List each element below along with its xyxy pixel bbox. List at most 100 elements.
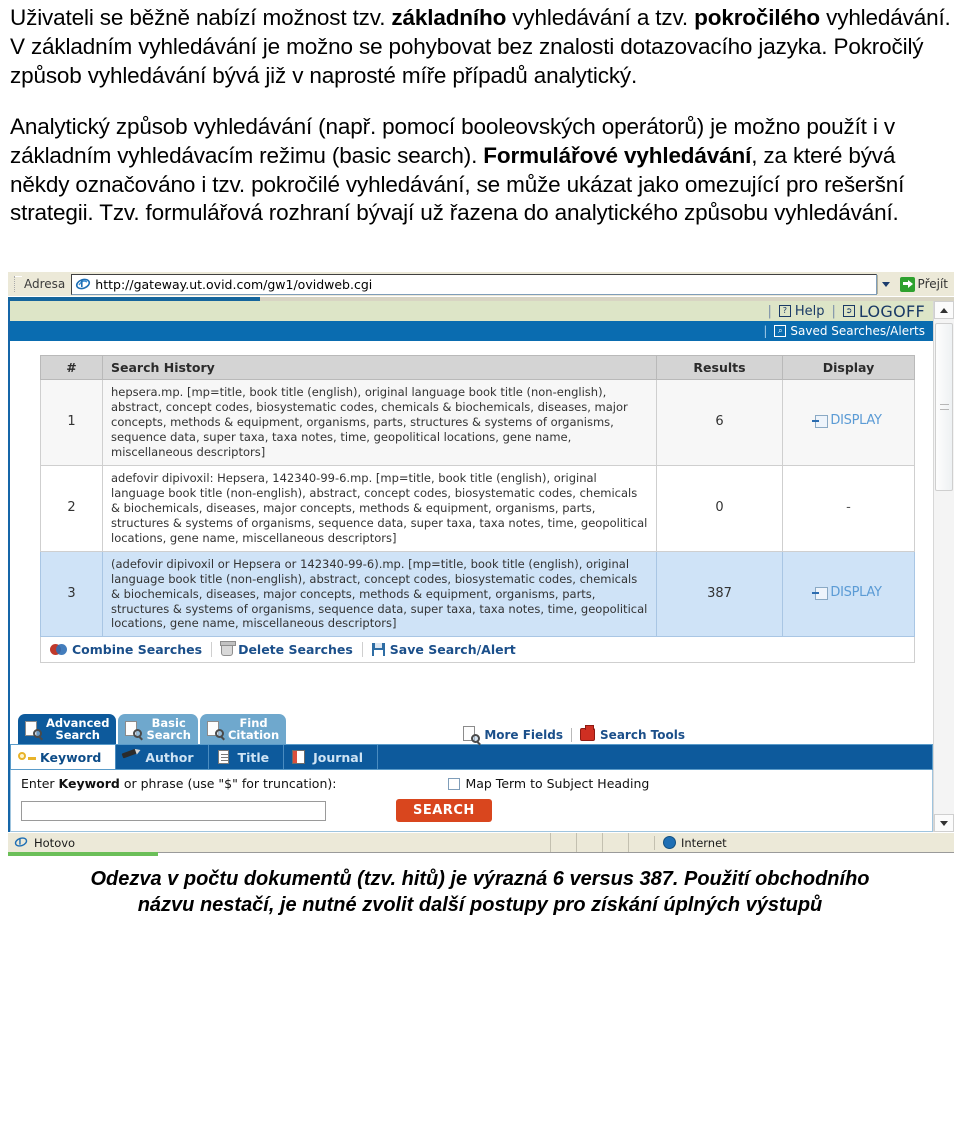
status-text: Hotovo	[34, 835, 76, 850]
search-tools-button[interactable]: Search Tools	[571, 725, 693, 742]
search-history-table: # Search History Results Display 1 hepser…	[40, 355, 915, 638]
search-magnifier-icon	[23, 720, 42, 739]
table-row[interactable]: 1 hepsera.mp. [mp=title, book title (engl…	[40, 379, 915, 467]
action-label: Combine Searches	[72, 642, 203, 658]
table-header-row: # Search History Results Display	[40, 355, 915, 381]
column-header-results: Results	[656, 355, 783, 381]
document-body: Uživateli se běžně nabízí možnost tzv. z…	[0, 0, 960, 228]
row-results-count: 6	[656, 379, 783, 467]
search-button[interactable]: SEARCH	[396, 799, 492, 823]
address-bar: Adresa http://gateway.ut.ovid.com/gw1/ov…	[8, 272, 954, 297]
search-form: Enter Keyword or phrase (use "$" for tru…	[10, 770, 933, 833]
search-form-labels: Enter Keyword or phrase (use "$" for tru…	[21, 776, 922, 791]
go-button[interactable]: Přejít	[899, 276, 948, 292]
address-input-wrapper[interactable]: http://gateway.ut.ovid.com/gw1/ovidweb.c…	[71, 273, 877, 295]
body-text: vyhledávání a tzv.	[506, 5, 695, 30]
page-vertical-scrollbar[interactable]	[933, 301, 954, 833]
chevron-up-icon	[940, 307, 948, 313]
subtab-filler	[378, 745, 932, 769]
more-fields-icon	[461, 725, 481, 744]
tool-label: Search Tools	[600, 727, 685, 742]
row-number: 3	[40, 550, 103, 638]
display-label: DISPLAY	[830, 413, 882, 429]
search-magnifier-icon	[205, 720, 224, 739]
map-term-checkbox[interactable]	[448, 777, 461, 790]
subtab-journal[interactable]: Journal	[284, 745, 379, 770]
display-link[interactable]: DISPLAY	[812, 584, 882, 602]
display-icon	[812, 586, 829, 600]
more-fields-button[interactable]: More Fields	[453, 725, 571, 744]
logoff-label: LOGOFF	[858, 301, 925, 321]
address-history-dropdown[interactable]	[876, 274, 894, 294]
key-icon	[17, 749, 36, 766]
status-page-icon	[14, 835, 30, 851]
map-term-option[interactable]: Map Term to Subject Heading	[448, 776, 649, 791]
row-query-text: (adefovir dipivoxil or Hepsera or 142340…	[102, 550, 657, 638]
table-row[interactable]: 3 (adefovir dipivoxil or Hepsera or 14234…	[40, 550, 915, 638]
scrollbar-thumb[interactable]	[935, 323, 953, 492]
status-cell	[576, 833, 602, 853]
emphasized-text: pokročilého	[694, 5, 821, 30]
display-link[interactable]: DISPLAY	[812, 413, 882, 430]
subtab-keyword[interactable]: Keyword	[11, 745, 117, 770]
floppy-icon	[371, 643, 385, 657]
row-display-cell: DISPLAY	[782, 379, 915, 467]
search-panel: Advanced Search Basic Search Find Citation Mor…	[10, 714, 933, 833]
tab-label: Find Citation	[228, 717, 279, 741]
status-cells	[550, 833, 654, 853]
combine-searches-button[interactable]: Combine Searches	[41, 642, 211, 657]
row-number: 1	[40, 379, 103, 467]
status-underline-rest	[158, 852, 954, 857]
address-bar-label: Adresa	[24, 277, 66, 292]
main-tab-row: Advanced Search Basic Search Find Citation Mor…	[10, 714, 933, 745]
logoff-link[interactable]: ➲ LOGOFF	[842, 301, 925, 321]
saved-searches-link[interactable]: ⌕ Saved Searches/Alerts	[774, 324, 925, 338]
help-link[interactable]: ? Help	[778, 304, 824, 319]
keyword-input[interactable]	[21, 800, 326, 821]
body-text: Uživateli se běžně nabízí možnost tzv.	[10, 5, 392, 30]
scroll-down-button[interactable]	[934, 814, 954, 833]
search-magnifier-icon	[123, 720, 143, 739]
toolbox-icon	[580, 725, 596, 742]
subtab-author[interactable]: Author	[116, 745, 209, 770]
utility-separator-3: |	[763, 324, 768, 339]
browser-viewport: | ? Help | ➲ LOGOFF | ⌕ Saved Searches/A…	[8, 301, 954, 833]
internet-explorer-icon	[75, 276, 91, 292]
go-button-label: Přejít	[917, 277, 948, 292]
display-icon	[812, 415, 829, 429]
emphasized-text: základního	[391, 5, 507, 30]
row-display-cell: DISPLAY	[782, 550, 915, 638]
delete-searches-button[interactable]: Delete Searches	[211, 641, 362, 658]
tab-label: Advanced Search	[46, 717, 109, 741]
go-arrow-icon	[899, 276, 915, 292]
row-query-text: hepsera.mp. [mp=title, book title (engli…	[102, 379, 657, 467]
caption-line-2: názvu nestačí, je nutné zvolit další pos…	[137, 894, 823, 917]
subtab-title[interactable]: Title	[209, 745, 285, 770]
utility-bar-help: | ? Help | ➲ LOGOFF	[10, 301, 933, 322]
row-results-count: 0	[656, 465, 783, 552]
tab-basic-search[interactable]: Basic Search	[118, 714, 198, 745]
save-search-alert-button[interactable]: Save Search/Alert	[361, 642, 525, 658]
scroll-up-button[interactable]	[934, 301, 954, 320]
subtab-label: Keyword	[40, 749, 102, 765]
row-query-text: adefovir dipivoxil: Hepsera, 142340-99-6…	[102, 465, 657, 552]
caption-line-1: Odezva v počtu dokumentů (tzv. hitů) je …	[90, 868, 870, 891]
keyword-field-label: Enter Keyword or phrase (use "$" for tru…	[21, 776, 337, 792]
tab-find-citation[interactable]: Find Citation	[199, 714, 287, 745]
table-row[interactable]: 2 adefovir dipivoxil: Hepsera, 142340-99-…	[40, 465, 915, 552]
chevron-down-icon	[940, 820, 948, 826]
action-label: Save Search/Alert	[389, 642, 516, 658]
sub-tab-row: Keyword Author Title Journal	[10, 744, 933, 771]
column-header-display: Display	[782, 355, 915, 381]
column-header-search-history: Search History	[102, 355, 657, 381]
document-icon	[215, 749, 232, 766]
row-display-cell: -	[782, 465, 915, 552]
status-cell	[628, 833, 654, 853]
toolbar-grip[interactable]	[14, 276, 22, 293]
tab-advanced-search[interactable]: Advanced Search	[18, 714, 117, 745]
address-url-text[interactable]: http://gateway.ut.ovid.com/gw1/ovidweb.c…	[95, 277, 372, 292]
display-label: DISPLAY	[830, 584, 882, 600]
saved-search-icon: ⌕	[774, 325, 787, 338]
subtab-label: Title	[237, 749, 270, 765]
